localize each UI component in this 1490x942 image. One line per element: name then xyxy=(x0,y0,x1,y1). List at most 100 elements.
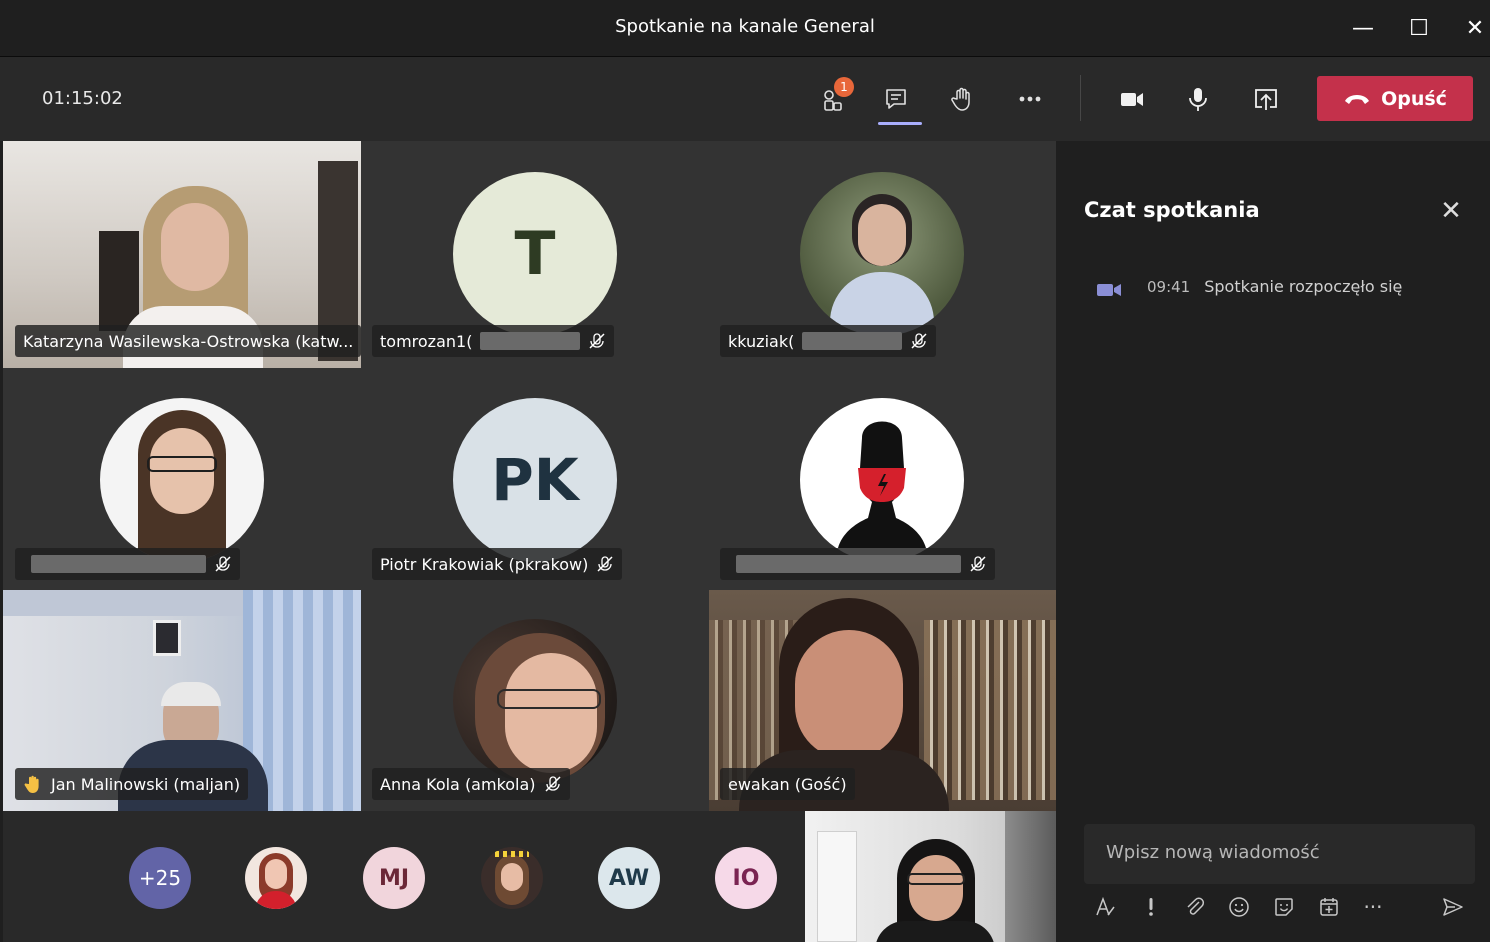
chat-active-indicator xyxy=(878,122,922,125)
participant-name: Anna Kola (amkola) xyxy=(380,774,536,794)
more-icon xyxy=(1019,96,1041,102)
chat-icon xyxy=(886,89,906,109)
participant-avatar xyxy=(453,619,617,783)
compose-toolbar: ··· xyxy=(1087,893,1477,923)
participants-button[interactable]: 1 xyxy=(810,77,854,119)
hang-up-icon xyxy=(1345,94,1370,104)
send-button[interactable] xyxy=(1439,893,1467,921)
participant-avatar: T xyxy=(453,172,617,336)
participant-tile[interactable]: Katarzyna Wasilewska-Ostrowska (katw... xyxy=(3,141,361,368)
meeting-toolbar: 01:15:02 1 Opuść xyxy=(0,57,1490,141)
mic-off-icon xyxy=(911,333,927,349)
raise-hand-button[interactable] xyxy=(940,79,984,119)
participant-avatar[interactable]: AW xyxy=(598,847,660,909)
background-wall xyxy=(1005,811,1056,942)
background-door xyxy=(817,831,857,942)
microphone-icon xyxy=(1189,88,1207,111)
participant-avatar xyxy=(800,172,964,336)
meeting-started-icon xyxy=(1097,284,1121,296)
participant-name: ewakan (Gość) xyxy=(728,774,847,794)
person-glasses xyxy=(907,873,965,885)
system-message-text: Spotkanie rozpoczęło się xyxy=(1204,277,1403,296)
avatar-flower-crown xyxy=(495,851,529,857)
more-participants-button[interactable]: +25 xyxy=(129,847,191,909)
close-chat-button[interactable]: ✕ xyxy=(1439,198,1463,224)
window-title: Spotkanie na kanale General xyxy=(615,16,875,37)
video-stage: Katarzyna Wasilewska-Ostrowska (katw... … xyxy=(3,141,1056,942)
mic-off-icon xyxy=(970,556,986,572)
participant-tile[interactable]: T tomrozan1( xyxy=(361,141,709,368)
avatar-face xyxy=(501,863,523,891)
participant-tile[interactable]: Jan Malinowski (maljan) xyxy=(3,590,361,811)
mic-off-icon xyxy=(545,776,561,792)
format-text-icon xyxy=(1096,896,1115,916)
minimize-button[interactable]: — xyxy=(1348,14,1378,44)
maximize-button[interactable]: ☐ xyxy=(1404,14,1434,44)
person-shoulders xyxy=(875,921,995,942)
mic-off-icon xyxy=(597,556,613,572)
participant-tile[interactable]: ewakan (Gość) xyxy=(709,590,1056,811)
participant-name-tag: Jan Malinowski (maljan) xyxy=(15,768,249,800)
emoji-button[interactable] xyxy=(1225,893,1253,921)
emoji-icon xyxy=(1229,897,1249,917)
background-bookshelf xyxy=(924,620,1056,800)
title-bar: Spotkanie na kanale General — ☐ ✕ xyxy=(0,0,1490,57)
participant-avatar[interactable] xyxy=(245,847,307,909)
participant-name-tag: Katarzyna Wasilewska-Ostrowska (katw... xyxy=(15,325,361,357)
system-message-time: 09:41 xyxy=(1147,278,1191,296)
person-face xyxy=(909,855,963,921)
avatar-face xyxy=(505,653,597,773)
message-input[interactable]: Wpisz nową wiadomość xyxy=(1084,824,1475,884)
chat-panel-title: Czat spotkania xyxy=(1084,198,1260,222)
participant-name-tag: kkuziak( xyxy=(720,325,937,357)
send-icon xyxy=(1443,898,1463,916)
more-actions-button[interactable] xyxy=(1008,79,1052,119)
self-preview[interactable] xyxy=(805,811,1056,942)
participant-name-tag: ewakan (Gość) xyxy=(720,768,855,800)
share-screen-button[interactable] xyxy=(1244,79,1288,119)
participant-name-tag xyxy=(720,548,995,580)
participant-name-tag xyxy=(15,548,240,580)
redacted-text xyxy=(802,332,903,350)
participant-avatar: PK xyxy=(453,398,617,562)
participant-avatar[interactable] xyxy=(481,847,543,909)
participant-name: Jan Malinowski (maljan) xyxy=(51,774,241,794)
meeting-chat-panel: Czat spotkania ✕ 09:41 Spotkanie rozpocz… xyxy=(1057,141,1490,942)
avatar-face xyxy=(858,204,906,266)
participant-avatar xyxy=(800,398,964,562)
more-compose-options-button[interactable]: ··· xyxy=(1359,893,1387,921)
schedule-meeting-button[interactable] xyxy=(1315,893,1343,921)
important-button[interactable] xyxy=(1137,893,1165,921)
calendar-icon xyxy=(1320,898,1338,916)
participant-avatar[interactable]: IO xyxy=(715,847,777,909)
mic-off-icon xyxy=(215,556,231,572)
attach-button[interactable] xyxy=(1181,893,1209,921)
redacted-text xyxy=(480,332,581,350)
close-window-button[interactable]: ✕ xyxy=(1460,14,1490,44)
share-screen-icon xyxy=(1255,89,1277,110)
participant-name: Katarzyna Wasilewska-Ostrowska (katw... xyxy=(23,331,354,351)
chat-button[interactable] xyxy=(874,79,922,125)
participant-tile[interactable]: PK Piotr Krakowiak (pkrakow) xyxy=(361,368,709,590)
participant-tile[interactable]: kkuziak( xyxy=(709,141,1056,368)
participant-tile[interactable] xyxy=(3,368,361,590)
participant-strip: +25 MJ AW IO xyxy=(3,811,805,942)
background-picture-frame xyxy=(153,620,181,656)
system-message: 09:41 Spotkanie rozpoczęło się xyxy=(1095,277,1404,302)
format-button[interactable] xyxy=(1091,893,1119,921)
participants-badge: 1 xyxy=(834,77,854,97)
microphone-button[interactable] xyxy=(1176,79,1220,119)
participant-name-tag: Piotr Krakowiak (pkrakow) xyxy=(372,548,623,580)
meeting-timer: 01:15:02 xyxy=(42,88,123,109)
participant-tile[interactable] xyxy=(709,368,1056,590)
participant-name: Piotr Krakowiak (pkrakow) xyxy=(380,554,589,574)
paperclip-icon xyxy=(1187,897,1205,915)
camera-button[interactable] xyxy=(1110,79,1154,119)
leave-label: Opuść xyxy=(1381,87,1447,110)
participant-avatar[interactable]: MJ xyxy=(363,847,425,909)
participant-tile[interactable]: Anna Kola (amkola) xyxy=(361,590,709,811)
sticker-button[interactable] xyxy=(1270,893,1298,921)
avatar-face xyxy=(265,859,287,889)
silhouette-mask-icon xyxy=(838,421,926,548)
leave-button[interactable]: Opuść xyxy=(1317,76,1473,121)
